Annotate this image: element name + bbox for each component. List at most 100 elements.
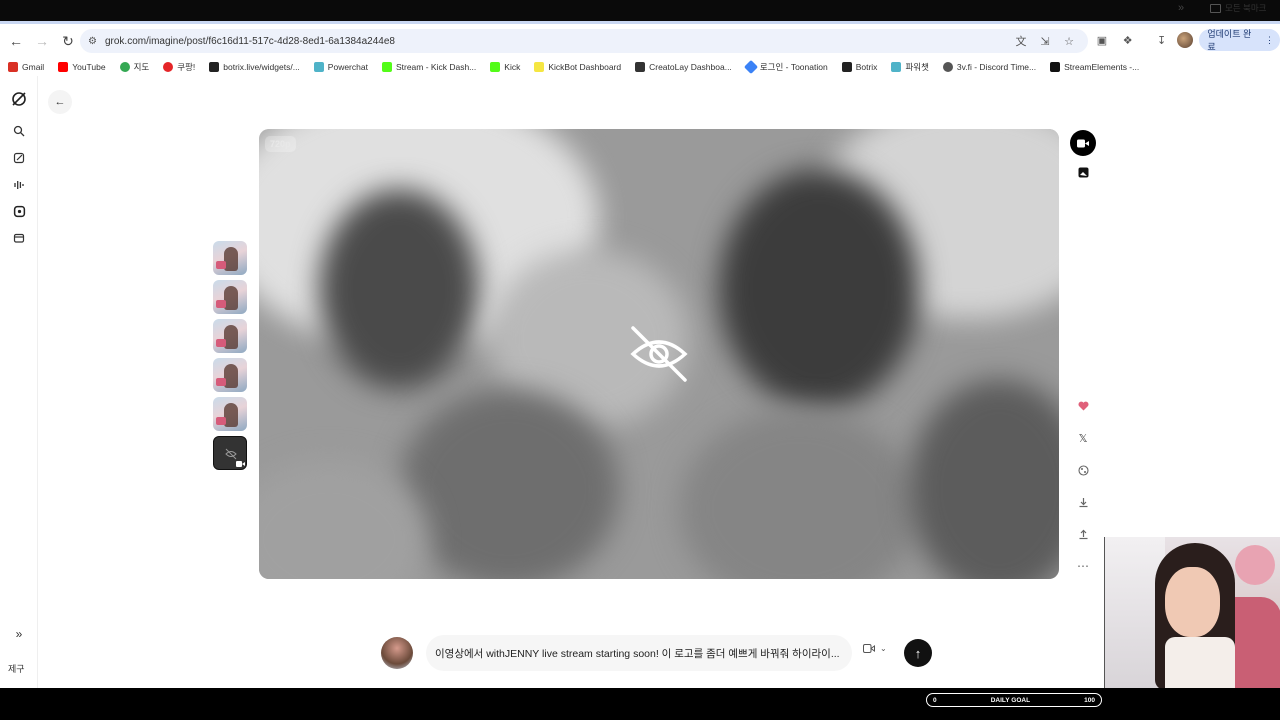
profile-avatar[interactable] bbox=[1177, 32, 1194, 48]
address-bar[interactable]: ⚙ grok.com/imagine/post/f6c16d11-517c-4d… bbox=[80, 29, 1088, 53]
bookmark-item[interactable]: Gmail bbox=[8, 62, 44, 72]
bookmark-favicon bbox=[490, 62, 501, 72]
imagine-icon[interactable] bbox=[10, 202, 28, 220]
update-button[interactable]: 업데이트 완료 ⋮ bbox=[1199, 29, 1280, 52]
thumbnail-logo bbox=[216, 339, 226, 347]
prompt-input[interactable]: 이영상에서 withJENNY live stream starting soo… bbox=[426, 635, 852, 671]
image-icon[interactable] bbox=[1070, 159, 1096, 185]
thumbnail-figure bbox=[224, 247, 238, 271]
heart-icon[interactable] bbox=[1070, 393, 1096, 419]
resolution-badge: 720p bbox=[265, 136, 296, 152]
bookmark-item[interactable]: YouTube bbox=[58, 62, 106, 72]
bookmark-item[interactable]: 지도 bbox=[119, 61, 149, 73]
voice-icon[interactable] bbox=[10, 176, 28, 194]
bookmarks-bar: Gmail YouTube 지도 쿠팡! botrix.live/widgets… bbox=[0, 58, 1280, 76]
blur-shape bbox=[679, 409, 919, 579]
translate-extension-icon[interactable]: ▣ bbox=[1092, 30, 1112, 50]
bookmark-item[interactable]: StreamElements -... bbox=[1050, 62, 1139, 72]
thumbnail-strip bbox=[213, 241, 249, 475]
bookmark-item[interactable]: CreatoLay Dashboa... bbox=[635, 62, 732, 72]
screen: ← → ↻ ⚙ grok.com/imagine/post/f6c16d11-5… bbox=[0, 0, 1280, 720]
bookmark-item[interactable]: Powerchat bbox=[313, 62, 368, 72]
source-image-avatar[interactable] bbox=[381, 637, 413, 669]
webcam-overlay bbox=[1104, 537, 1280, 690]
translate-icon[interactable]: 文 bbox=[1012, 32, 1030, 50]
back-icon[interactable]: ← bbox=[4, 29, 28, 53]
expand-sidebar-icon[interactable]: » bbox=[10, 625, 28, 643]
bookmark-favicon bbox=[119, 62, 130, 72]
bookmark-item[interactable]: 쿠팡! bbox=[163, 61, 195, 73]
prompt-bar: 이영상에서 withJENNY live stream starting soo… bbox=[381, 635, 941, 671]
thumbnail-figure bbox=[224, 325, 238, 349]
forward-icon[interactable]: → bbox=[30, 29, 54, 53]
update-label: 업데이트 완료 bbox=[1207, 29, 1252, 52]
eye-off-icon[interactable] bbox=[629, 324, 689, 384]
more-icon[interactable]: ⋯ bbox=[1070, 553, 1096, 579]
send-button[interactable]: ↑ bbox=[904, 639, 932, 667]
all-bookmarks-button[interactable]: 모든 북마크 bbox=[1210, 2, 1266, 14]
media-viewer[interactable]: 720p bbox=[259, 129, 1059, 579]
window-titlebar bbox=[0, 0, 1280, 24]
remix-icon[interactable] bbox=[1070, 457, 1096, 483]
bookmark-favicon bbox=[743, 59, 758, 75]
reload-icon[interactable]: ↻ bbox=[56, 29, 80, 53]
thumbnail-item[interactable] bbox=[213, 319, 247, 353]
goal-max: 100 bbox=[1084, 696, 1095, 704]
bookmark-item[interactable]: Kick bbox=[490, 62, 520, 72]
goal-label: DAILY GOAL bbox=[990, 696, 1031, 704]
bookmark-item[interactable]: Stream - Kick Dash... bbox=[381, 62, 476, 72]
bookmark-item[interactable]: 로그인 - Toonation bbox=[743, 59, 828, 75]
bookmarks-overflow-icon[interactable]: » bbox=[1178, 2, 1184, 14]
thumbnail-item[interactable] bbox=[213, 358, 247, 392]
thumbnail-figure bbox=[224, 286, 238, 310]
video-mode-icon bbox=[863, 644, 875, 653]
bookmark-favicon bbox=[534, 62, 545, 72]
bookmark-item[interactable]: Botrix bbox=[841, 62, 877, 72]
blur-shape bbox=[399, 389, 619, 579]
bookmark-favicon bbox=[58, 62, 69, 72]
thumbnail-item-active[interactable] bbox=[213, 436, 247, 470]
grok-logo-icon[interactable] bbox=[10, 90, 28, 108]
thumbnail-logo bbox=[216, 378, 226, 386]
bookmark-item[interactable]: 3v.fi - Discord Time... bbox=[942, 62, 1036, 72]
bookmark-favicon bbox=[8, 62, 18, 72]
bookmark-star-icon[interactable]: ☆ bbox=[1060, 32, 1078, 50]
thumbnail-logo bbox=[216, 417, 226, 425]
all-bookmarks-label: 모든 북마크 bbox=[1225, 3, 1267, 13]
blur-shape bbox=[719, 169, 919, 409]
video-icon[interactable] bbox=[1070, 130, 1096, 156]
thumbnail-item[interactable] bbox=[213, 280, 247, 314]
bookmark-item[interactable]: botrix.live/widgets/... bbox=[209, 62, 300, 72]
search-icon[interactable] bbox=[10, 122, 28, 140]
thumbnail-item[interactable] bbox=[213, 397, 247, 431]
extensions-icon[interactable]: ❖ bbox=[1118, 30, 1138, 50]
webcam-plush-toy bbox=[1235, 545, 1275, 585]
mode-selector[interactable]: ⌄ bbox=[863, 644, 887, 653]
thumbnail-figure bbox=[224, 403, 238, 427]
url-text[interactable]: grok.com/imagine/post/f6c16d11-517c-4d28… bbox=[105, 36, 395, 47]
blur-shape bbox=[909, 379, 1059, 579]
goal-min: 0 bbox=[933, 696, 937, 704]
bookmark-favicon bbox=[1050, 62, 1061, 72]
bookmark-item[interactable]: 파워챗 bbox=[891, 61, 929, 73]
thumbnail-logo bbox=[216, 300, 226, 308]
blur-shape bbox=[319, 189, 479, 389]
user-name[interactable]: 제구 bbox=[8, 662, 25, 675]
install-app-icon[interactable]: ⇲ bbox=[1036, 32, 1054, 50]
site-info-icon[interactable]: ⚙ bbox=[88, 36, 97, 47]
bookmark-favicon bbox=[841, 62, 852, 72]
download-icon[interactable] bbox=[1070, 489, 1096, 515]
eye-off-icon bbox=[225, 448, 237, 460]
x-logo-icon[interactable]: 𝕏 bbox=[1070, 425, 1096, 451]
browser-toolbar: ← → ↻ ⚙ grok.com/imagine/post/f6c16d11-5… bbox=[0, 24, 1280, 58]
webcam-person-face bbox=[1165, 567, 1220, 637]
thumbnail-item[interactable] bbox=[213, 241, 247, 275]
back-button[interactable]: ← bbox=[48, 90, 72, 114]
thumbnail-figure bbox=[224, 364, 238, 388]
downloads-icon[interactable]: ↧ bbox=[1152, 30, 1172, 50]
edit-icon[interactable] bbox=[10, 149, 28, 167]
share-icon[interactable] bbox=[1070, 521, 1096, 547]
webcam-person-body bbox=[1165, 637, 1235, 690]
bookmark-item[interactable]: KickBot Dashboard bbox=[534, 62, 621, 72]
files-icon[interactable] bbox=[10, 229, 28, 247]
